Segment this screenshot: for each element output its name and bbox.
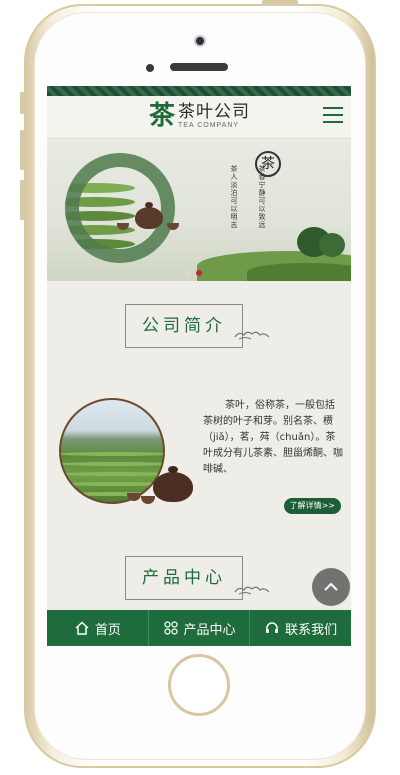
- carousel-indicators: [185, 270, 202, 276]
- nav-products[interactable]: 产品中心: [149, 610, 251, 646]
- home-icon: [75, 621, 89, 635]
- scroll-to-top-button[interactable]: [312, 568, 350, 606]
- power-button: [262, 0, 298, 5]
- volume-down-button: [20, 180, 25, 220]
- cloud-ornament-icon: [233, 581, 271, 595]
- logo-text: 茶叶公司 TEA COMPANY: [178, 103, 250, 130]
- proximity-sensor: [146, 64, 154, 72]
- hamburger-menu-icon[interactable]: [323, 107, 343, 125]
- teacup-image: [167, 223, 179, 230]
- decorative-top-bar: [47, 86, 351, 96]
- site-header: 茶 茶叶公司 TEA COMPANY: [47, 96, 351, 139]
- logo-mark: 茶: [149, 101, 176, 131]
- grid-icon: [163, 621, 178, 635]
- logo[interactable]: 茶 茶叶公司 TEA COMPANY: [149, 102, 250, 130]
- screen: 茶 茶叶公司 TEA COMPANY 茶 茶香宁静可以致远 茶人淡泊可以明志 公…: [47, 86, 351, 646]
- nav-contact[interactable]: 联系我们: [250, 610, 351, 646]
- poem-line: 茶香宁静可以致远: [258, 165, 266, 229]
- carousel-dot-active[interactable]: [196, 270, 202, 276]
- earpiece-speaker: [170, 63, 228, 71]
- tree-image: [319, 233, 345, 257]
- teacup-image: [127, 493, 141, 501]
- mute-switch: [20, 92, 25, 114]
- nav-products-label: 产品中心: [183, 622, 236, 638]
- headset-icon: [266, 622, 279, 633]
- learn-more-button[interactable]: 了解详情>>: [283, 498, 341, 514]
- hill-image: [247, 263, 351, 281]
- about-description: 茶叶，俗称茶，一般包括茶树的叶子和芽。别名茶、槚（jiǎ），茗，荈（chuǎn）…: [203, 400, 343, 475]
- teacup-image: [141, 496, 155, 504]
- nav-contact-label: 联系我们: [285, 622, 338, 638]
- chevron-up-icon: [324, 582, 338, 591]
- poem-line: 茶人淡泊可以明志: [230, 165, 238, 229]
- products-section-title: 产品中心: [125, 556, 243, 600]
- volume-up-button: [20, 130, 25, 170]
- teapot-image: [153, 466, 193, 502]
- tea-plantation-image: [59, 398, 165, 504]
- teapot-image: [135, 202, 163, 229]
- cloud-ornament-icon: [233, 326, 271, 340]
- about-title-text: 公司简介: [142, 316, 226, 336]
- nav-home[interactable]: 首页: [47, 610, 149, 646]
- logo-chinese-name: 茶叶公司: [178, 101, 251, 122]
- logo-english-name: TEA COMPANY: [178, 121, 240, 129]
- products-title-text: 产品中心: [142, 568, 226, 588]
- ink-brush-circle: [65, 153, 175, 263]
- bottom-navigation: 首页 产品中心 联系我们: [47, 610, 351, 646]
- nav-home-label: 首页: [94, 622, 121, 638]
- about-section-title: 公司简介: [125, 304, 243, 348]
- home-button[interactable]: [168, 654, 230, 716]
- carousel-dot[interactable]: [185, 270, 191, 276]
- front-camera: [194, 35, 206, 47]
- banner-carousel[interactable]: 茶 茶香宁静可以致远 茶人淡泊可以明志: [47, 139, 351, 281]
